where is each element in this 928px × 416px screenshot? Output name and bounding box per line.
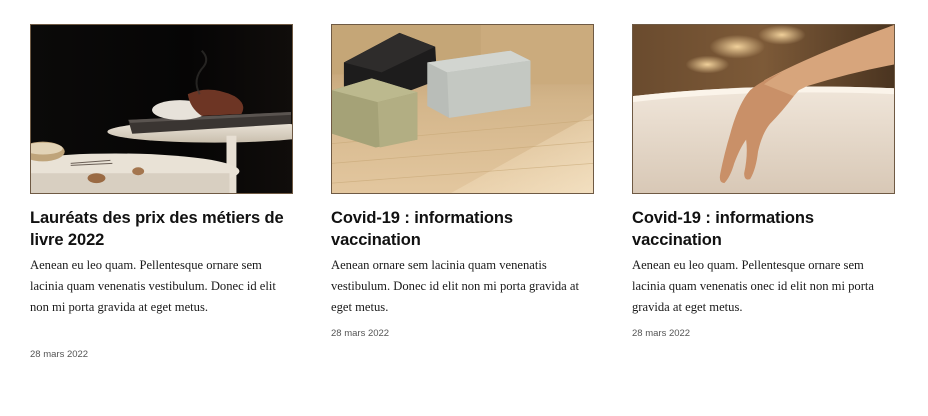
article-excerpt: Aenean ornare sem lacinia quam venenatis… <box>331 258 579 314</box>
article-image-incense[interactable] <box>30 24 293 194</box>
article-excerpt: Aenean eu leo quam. Pellentesque ornare … <box>30 258 276 314</box>
article-date: 28 mars 2022 <box>331 328 390 339</box>
article-card-3[interactable]: Covid-19 : informations vaccination Aene… <box>632 24 895 360</box>
article-list: Lauréats des prix des métiers de livre 2… <box>30 24 895 360</box>
incense-table-photo <box>31 25 292 193</box>
hand-bath-photo <box>633 25 894 193</box>
soap-bars-photo <box>332 25 593 193</box>
article-card-1[interactable]: Lauréats des prix des métiers de livre 2… <box>30 24 293 360</box>
article-title[interactable]: Covid-19 : informations vaccination <box>632 207 895 251</box>
article-title[interactable]: Lauréats des prix des métiers de livre 2… <box>30 207 293 251</box>
article-title[interactable]: Covid-19 : informations vaccination <box>331 207 594 251</box>
article-image-bath[interactable] <box>632 24 895 194</box>
article-date: 28 mars 2022 <box>30 349 89 360</box>
article-image-soap[interactable] <box>331 24 594 194</box>
article-date: 28 mars 2022 <box>632 328 691 339</box>
article-card-2[interactable]: Covid-19 : informations vaccination Aene… <box>331 24 594 360</box>
article-excerpt: Aenean eu leo quam. Pellentesque ornare … <box>632 258 875 314</box>
